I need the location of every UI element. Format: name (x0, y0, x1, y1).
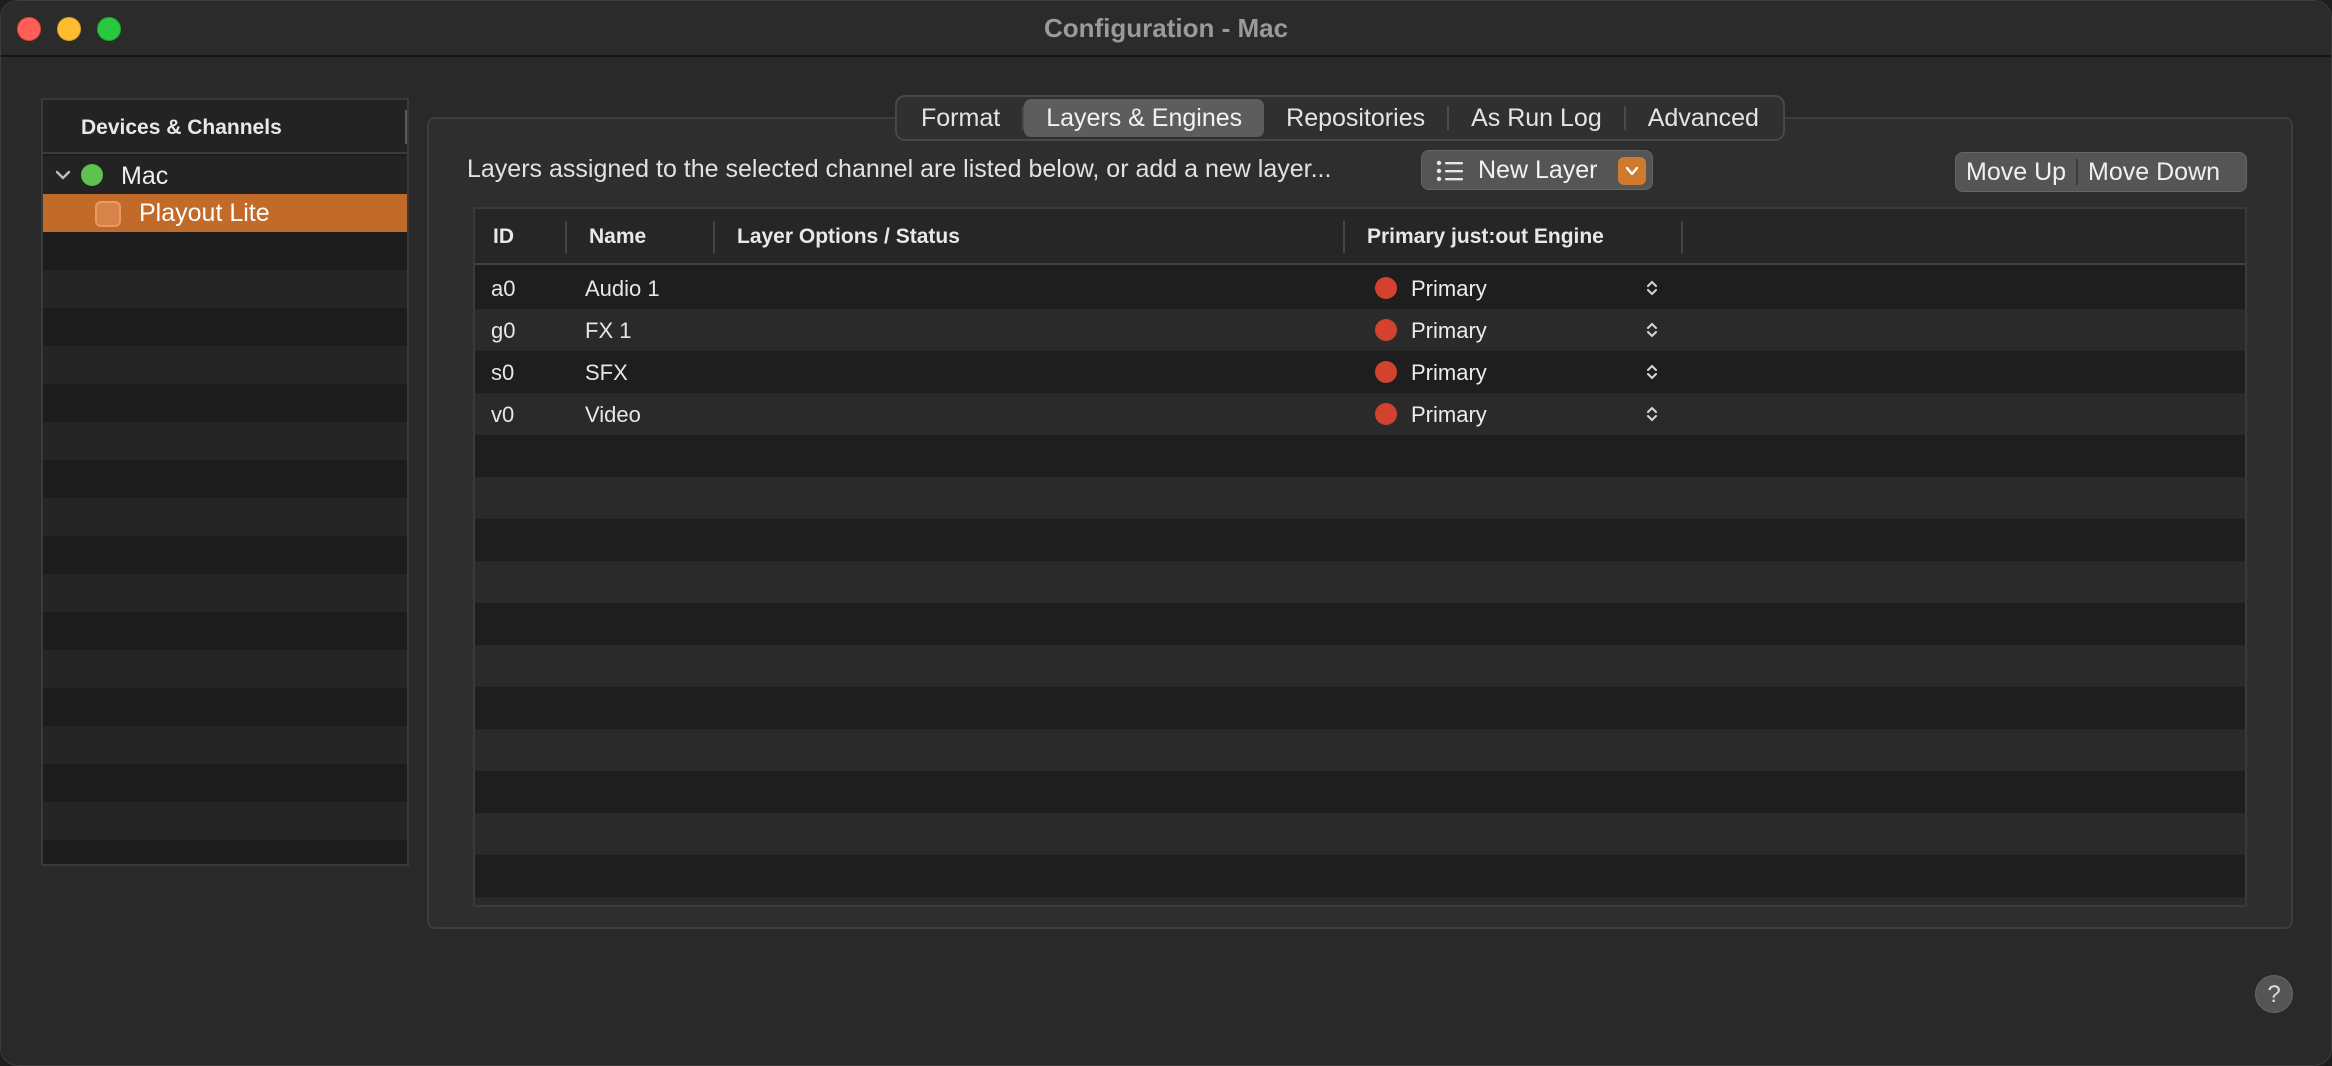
empty-row (43, 612, 407, 650)
empty-row (475, 645, 2245, 687)
empty-row (475, 477, 2245, 519)
engine-status-dot (1375, 319, 1397, 341)
new-layer-dropdown[interactable] (1618, 157, 1646, 185)
empty-row (43, 422, 407, 460)
column-divider[interactable] (1343, 221, 1345, 253)
layer-name: Video (585, 402, 641, 427)
empty-row (475, 561, 2245, 603)
empty-row (43, 726, 407, 764)
list-icon (1436, 160, 1463, 182)
empty-row (43, 688, 407, 726)
instruction-text: Layers assigned to the selected channel … (467, 155, 1332, 183)
table-row[interactable]: s0 SFX Primary (475, 351, 2245, 393)
layer-id: a0 (491, 276, 516, 301)
move-up-button[interactable]: Move Up (1956, 153, 2076, 191)
channel-label: Playout Lite (139, 199, 270, 227)
column-header-id[interactable]: ID (493, 225, 514, 249)
move-buttons-group: Move Up Move Down (1955, 152, 2247, 192)
empty-row (43, 574, 407, 612)
title-bar: Configuration - Mac (1, 1, 2331, 57)
chevron-down-icon[interactable] (53, 165, 73, 185)
tab-bar: Format Layers & Engines Repositories As … (895, 95, 1785, 141)
table-row[interactable]: v0 Video Primary (475, 393, 2245, 435)
updown-chevron-icon[interactable] (1645, 404, 1659, 424)
empty-row (475, 603, 2245, 645)
empty-row (475, 813, 2245, 855)
layer-id: s0 (491, 360, 515, 385)
engine-status-dot (1375, 403, 1397, 425)
empty-row (43, 498, 407, 536)
layers-table: ID Name Layer Options / Status Primary j… (473, 207, 2247, 907)
sidebar-header: Devices & Channels (43, 100, 407, 154)
empty-row (475, 435, 2245, 477)
updown-chevron-icon[interactable] (1645, 362, 1659, 382)
sidebar-list: Mac Playout Lite (43, 156, 407, 864)
empty-row (43, 270, 407, 308)
empty-row (475, 729, 2245, 771)
empty-row (43, 764, 407, 802)
column-header-engine[interactable]: Primary just:out Engine (1367, 225, 1604, 249)
layer-id: v0 (491, 402, 515, 427)
updown-chevron-icon[interactable] (1645, 278, 1659, 298)
empty-row (43, 308, 407, 346)
move-down-button[interactable]: Move Down (2078, 153, 2230, 191)
chevron-down-icon (1625, 166, 1639, 176)
engine-select-value[interactable]: Primary (1411, 402, 1487, 428)
empty-row (43, 840, 407, 864)
table-row[interactable]: a0 Audio 1 Primary (475, 267, 2245, 309)
column-divider[interactable] (565, 221, 567, 253)
tab-repositories[interactable]: Repositories (1264, 99, 1447, 137)
empty-row (43, 650, 407, 688)
channel-enable-checkbox[interactable] (95, 201, 121, 227)
help-button[interactable]: ? (2255, 975, 2293, 1013)
empty-row (43, 346, 407, 384)
sidebar-item-channel-playout-lite[interactable]: Playout Lite (43, 194, 407, 232)
devices-channels-sidebar: Devices & Channels Mac Playout Lite (41, 98, 409, 866)
engine-status-dot (1375, 361, 1397, 383)
table-row[interactable]: g0 FX 1 Primary (475, 309, 2245, 351)
new-layer-button[interactable]: New Layer (1421, 150, 1653, 190)
configuration-window: Configuration - Mac Devices & Channels M… (0, 0, 2332, 1066)
empty-row (43, 802, 407, 840)
empty-row (43, 384, 407, 422)
empty-row (475, 897, 2245, 905)
empty-row (43, 232, 407, 270)
column-header-name[interactable]: Name (589, 225, 646, 249)
empty-row (475, 687, 2245, 729)
sidebar-item-device-mac[interactable]: Mac (43, 156, 407, 194)
window-title: Configuration - Mac (1043, 13, 1289, 43)
device-label: Mac (121, 162, 169, 190)
table-body: a0 Audio 1 Primary g0 FX 1 Primary s0 SF… (475, 267, 2245, 905)
empty-row (43, 460, 407, 498)
empty-row (475, 855, 2245, 897)
table-header: ID Name Layer Options / Status Primary j… (475, 209, 2245, 265)
layer-id: g0 (491, 318, 516, 343)
empty-row (43, 536, 407, 574)
empty-row (475, 519, 2245, 561)
column-divider[interactable] (405, 110, 407, 144)
layer-name: FX 1 (585, 318, 632, 343)
tab-format[interactable]: Format (899, 99, 1022, 137)
engine-select-value[interactable]: Primary (1411, 318, 1487, 344)
layer-name: Audio 1 (585, 276, 660, 301)
device-status-dot (81, 164, 103, 186)
sidebar-header-label: Devices & Channels (81, 116, 282, 139)
column-header-layer-options[interactable]: Layer Options / Status (737, 225, 960, 249)
engine-status-dot (1375, 277, 1397, 299)
updown-chevron-icon[interactable] (1645, 320, 1659, 340)
engine-select-value[interactable]: Primary (1411, 360, 1487, 386)
new-layer-label: New Layer (1478, 156, 1598, 184)
tab-layers-engines[interactable]: Layers & Engines (1024, 99, 1265, 137)
column-divider[interactable] (713, 221, 715, 253)
tab-as-run-log[interactable]: As Run Log (1449, 99, 1624, 137)
empty-row (475, 771, 2245, 813)
tab-advanced[interactable]: Advanced (1626, 99, 1781, 137)
layer-name: SFX (585, 360, 628, 385)
column-divider[interactable] (1681, 221, 1683, 253)
engine-select-value[interactable]: Primary (1411, 276, 1487, 302)
